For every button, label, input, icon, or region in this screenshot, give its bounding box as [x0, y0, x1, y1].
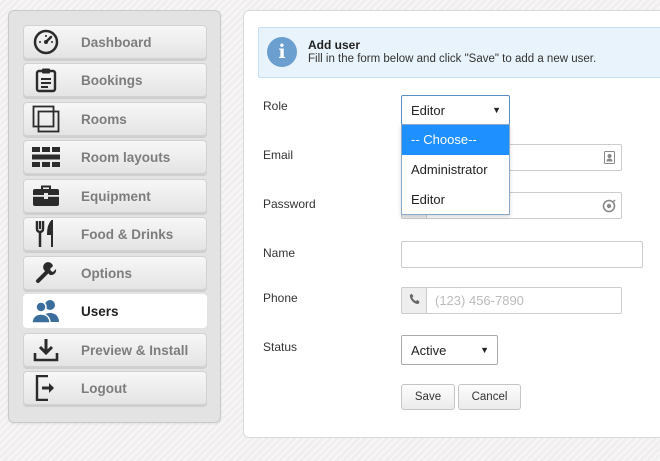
role-option-editor[interactable]: Editor [402, 185, 509, 215]
role-label: Role [263, 99, 288, 113]
cancel-button[interactable]: Cancel [458, 384, 521, 410]
name-field[interactable] [401, 241, 643, 268]
wrench-icon [24, 256, 68, 290]
sidebar-item-label: Users [81, 303, 119, 319]
status-label: Status [263, 340, 298, 354]
phone-icon [409, 293, 421, 308]
sidebar-item-label: Equipment [81, 188, 151, 204]
info-box: i Add user Fill in the form below and cl… [258, 27, 660, 78]
logout-icon [24, 371, 68, 405]
sidebar-item-label: Rooms [81, 111, 127, 127]
sidebar-item-food-drinks[interactable]: Food & Drinks [23, 217, 207, 251]
room-layouts-icon [24, 140, 68, 174]
phone-field[interactable]: (123) 456-7890 [426, 287, 622, 314]
sidebar-item-label: Dashboard [81, 34, 152, 50]
contact-card-icon [604, 151, 615, 167]
password-generate-icon[interactable] [602, 199, 616, 216]
sidebar: Dashboard Bookings Rooms Room layouts Eq… [8, 10, 221, 423]
sidebar-item-room-layouts[interactable]: Room layouts [23, 140, 207, 174]
save-button[interactable]: Save [401, 384, 455, 410]
download-icon [24, 333, 68, 367]
info-text: Fill in the form below and click "Save" … [308, 53, 597, 65]
sidebar-item-users[interactable]: Users [23, 294, 207, 328]
sidebar-item-label: Room layouts [81, 149, 171, 165]
dashboard-icon [24, 25, 68, 59]
phone-placeholder: (123) 456-7890 [435, 293, 524, 308]
role-option-administrator[interactable]: Administrator [402, 155, 509, 185]
sidebar-item-equipment[interactable]: Equipment [23, 179, 207, 213]
phone-addon [401, 287, 427, 314]
role-select[interactable]: Editor ▼ [401, 95, 510, 125]
sidebar-item-rooms[interactable]: Rooms [23, 102, 207, 136]
password-label: Password [263, 197, 316, 211]
role-dropdown-list: -- Choose-- Administrator Editor [401, 124, 510, 215]
clipboard-icon [24, 63, 68, 97]
sidebar-item-dashboard[interactable]: Dashboard [23, 25, 207, 59]
name-label: Name [263, 246, 296, 260]
sidebar-item-label: Logout [81, 380, 127, 396]
phone-label: Phone [263, 291, 298, 305]
email-label: Email [263, 148, 294, 162]
fork-knife-icon [24, 217, 68, 251]
status-select-value: Active [411, 342, 447, 358]
sidebar-item-label: Food & Drinks [81, 226, 174, 242]
chevron-down-icon: ▼ [480, 345, 489, 355]
status-select[interactable]: Active ▼ [401, 335, 498, 365]
role-option-choose[interactable]: -- Choose-- [402, 125, 509, 155]
users-icon [24, 294, 68, 328]
rooms-icon [24, 102, 68, 136]
info-title: Add user [308, 38, 361, 52]
sidebar-item-label: Options [81, 265, 132, 281]
sidebar-item-preview-install[interactable]: Preview & Install [23, 333, 207, 367]
sidebar-item-bookings[interactable]: Bookings [23, 63, 207, 97]
add-user-panel: i Add user Fill in the form below and cl… [243, 10, 660, 438]
sidebar-item-label: Preview & Install [81, 342, 189, 358]
sidebar-item-label: Bookings [81, 72, 143, 88]
toolbox-icon [24, 179, 68, 213]
sidebar-item-options[interactable]: Options [23, 256, 207, 290]
sidebar-item-logout[interactable]: Logout [23, 371, 207, 405]
role-select-value: Editor [411, 102, 445, 118]
info-icon: i [267, 37, 297, 67]
chevron-down-icon: ▼ [492, 105, 501, 115]
